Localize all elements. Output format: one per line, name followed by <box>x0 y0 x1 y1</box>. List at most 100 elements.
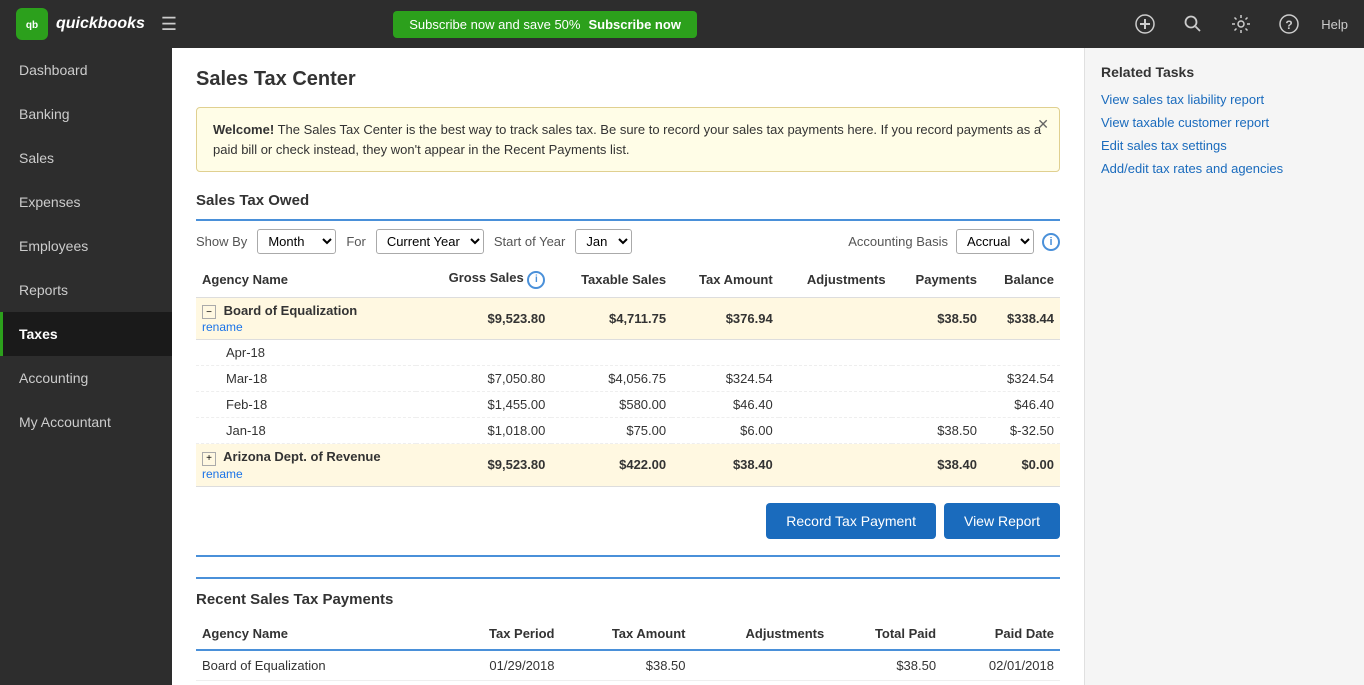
payment-row-boe: Board of Equalization 01/29/2018 $38.50 … <box>196 650 1060 681</box>
boe-balance: $338.44 <box>983 297 1060 340</box>
agency-row-arizona-dept: + Arizona Dept. of Revenue rename $9,523… <box>196 444 1060 487</box>
hamburger-button[interactable]: ☰ <box>161 14 177 35</box>
start-of-year-label: Start of Year <box>494 234 566 249</box>
expand-arizona-dept-button[interactable]: + <box>202 452 216 466</box>
sub-adj-jan18 <box>779 418 892 444</box>
payment-tax-amount-boe: $38.50 <box>561 650 692 681</box>
sub-taxable-apr18 <box>551 340 672 366</box>
boe-gross-sales: $9,523.80 <box>416 297 551 340</box>
banner-close-button[interactable]: ✕ <box>1037 116 1049 133</box>
agency-name-cell: − Board of Equalization rename <box>196 297 416 340</box>
sub-gross-jan18: $1,018.00 <box>416 418 551 444</box>
sub-tax-apr18 <box>672 340 779 366</box>
sub-adj-feb18 <box>779 392 892 418</box>
sub-gross-apr18 <box>416 340 551 366</box>
start-month-select[interactable]: Jan Feb Mar <box>575 229 632 254</box>
payment-tax-amount-arizona: $38.40 <box>561 680 692 685</box>
sidebar-item-taxes[interactable]: Taxes <box>0 312 172 356</box>
settings-icon-button[interactable] <box>1225 8 1257 40</box>
sub-payments-apr18 <box>892 340 983 366</box>
right-panel: Related Tasks View sales tax liability r… <box>1084 48 1364 685</box>
main-content: Sales Tax Center Welcome! The Sales Tax … <box>172 48 1084 685</box>
main-layout: Dashboard Banking Sales Expenses Employe… <box>0 48 1364 685</box>
add-icon-button[interactable] <box>1129 8 1161 40</box>
sidebar-item-dashboard[interactable]: Dashboard <box>0 48 172 92</box>
sidebar: Dashboard Banking Sales Expenses Employe… <box>0 48 172 685</box>
payment-adjustments-arizona <box>692 680 831 685</box>
az-balance: $0.00 <box>983 444 1060 487</box>
related-task-link-1[interactable]: View taxable customer report <box>1101 115 1348 130</box>
col-header-agency-name: Agency Name <box>196 618 442 650</box>
sub-payments-mar18 <box>892 366 983 392</box>
sidebar-item-reports[interactable]: Reports <box>0 268 172 312</box>
accrual-select[interactable]: Accrual Cash <box>956 229 1034 254</box>
sub-adj-apr18 <box>779 340 892 366</box>
rename-board-of-equalization-link[interactable]: rename <box>202 320 243 334</box>
sidebar-item-employees[interactable]: Employees <box>0 224 172 268</box>
sub-period-apr18: Apr-18 <box>196 340 416 366</box>
search-icon-button[interactable] <box>1177 8 1209 40</box>
subscribe-text: Subscribe now and save 50% <box>409 17 580 32</box>
sidebar-item-expenses[interactable]: Expenses <box>0 180 172 224</box>
quickbooks-logo-icon: qb <box>16 8 48 40</box>
logo-text: quickbooks <box>56 15 145 33</box>
help-text-button[interactable]: Help <box>1321 17 1348 32</box>
payment-paid-date-boe: 02/01/2018 <box>942 650 1060 681</box>
sidebar-item-sales[interactable]: Sales <box>0 136 172 180</box>
sub-gross-feb18: $1,455.00 <box>416 392 551 418</box>
recent-payments-title: Recent Sales Tax Payments <box>196 577 1060 608</box>
sub-period-jan18: Jan-18 <box>196 418 416 444</box>
action-row: Record Tax Payment View Report <box>196 487 1060 557</box>
related-task-link-2[interactable]: Edit sales tax settings <box>1101 138 1348 153</box>
sidebar-item-accounting[interactable]: Accounting <box>0 356 172 400</box>
payment-period-boe: 01/29/2018 <box>442 650 561 681</box>
month-select[interactable]: Month Quarter Year <box>257 229 336 254</box>
view-report-button[interactable]: View Report <box>944 503 1060 539</box>
accounting-basis-label: Accounting Basis <box>848 234 948 249</box>
payment-agency-boe: Board of Equalization <box>196 650 442 681</box>
sub-taxable-mar18: $4,056.75 <box>551 366 672 392</box>
subscribe-button-text[interactable]: Subscribe now <box>588 17 680 32</box>
collapse-board-of-equalization-button[interactable]: − <box>202 305 216 319</box>
arizona-agency-name-cell: + Arizona Dept. of Revenue rename <box>196 444 416 487</box>
payment-paid-date-arizona: 02/01/2018 <box>942 680 1060 685</box>
sub-taxable-jan18: $75.00 <box>551 418 672 444</box>
rename-arizona-dept-link[interactable]: rename <box>202 467 243 481</box>
sidebar-item-banking[interactable]: Banking <box>0 92 172 136</box>
related-task-link-0[interactable]: View sales tax liability report <box>1101 92 1348 107</box>
col-header-payments: Payments <box>892 262 983 297</box>
boe-payments: $38.50 <box>892 297 983 340</box>
record-tax-payment-button[interactable]: Record Tax Payment <box>766 503 936 539</box>
az-tax-amount: $38.40 <box>672 444 779 487</box>
col-header-taxable-sales: Taxable Sales <box>551 262 672 297</box>
for-label: For <box>346 234 366 249</box>
subscribe-banner: Subscribe now and save 50% Subscribe now <box>393 11 697 38</box>
welcome-bold-text: Welcome! <box>213 122 274 137</box>
accounting-basis-section: Accounting Basis Accrual Cash i <box>848 229 1060 254</box>
gross-sales-info-icon[interactable]: i <box>527 271 545 289</box>
nav-icons: ? Help <box>1129 8 1348 40</box>
payment-total-paid-arizona: $38.40 <box>830 680 942 685</box>
col-header-adjustments-payments: Adjustments <box>692 618 831 650</box>
boe-tax-amount: $376.94 <box>672 297 779 340</box>
accounting-basis-info-icon[interactable]: i <box>1042 233 1060 251</box>
show-by-label: Show By <box>196 234 247 249</box>
current-year-select[interactable]: Current Year Last Year <box>376 229 484 254</box>
help-icon-button[interactable]: ? <box>1273 8 1305 40</box>
welcome-message: The Sales Tax Center is the best way to … <box>213 122 1041 157</box>
payment-agency-arizona: Arizona Dept. of Revenue <box>196 680 442 685</box>
logo-area: qb quickbooks <box>16 8 145 40</box>
sidebar-item-my-accountant[interactable]: My Accountant <box>0 400 172 444</box>
payment-period-arizona: 01/29/2018 <box>442 680 561 685</box>
boe-adjustments <box>779 297 892 340</box>
col-header-balance: Balance <box>983 262 1060 297</box>
col-header-tax-amount-payments: Tax Amount <box>561 618 692 650</box>
az-taxable-sales: $422.00 <box>551 444 672 487</box>
related-task-link-3[interactable]: Add/edit tax rates and agencies <box>1101 161 1348 176</box>
sub-row-apr-18: Apr-18 <box>196 340 1060 366</box>
payment-total-paid-boe: $38.50 <box>830 650 942 681</box>
payment-row-arizona: Arizona Dept. of Revenue 01/29/2018 $38.… <box>196 680 1060 685</box>
welcome-banner: Welcome! The Sales Tax Center is the bes… <box>196 107 1060 172</box>
sub-row-mar-18: Mar-18 $7,050.80 $4,056.75 $324.54 $324.… <box>196 366 1060 392</box>
col-header-adjustments: Adjustments <box>779 262 892 297</box>
